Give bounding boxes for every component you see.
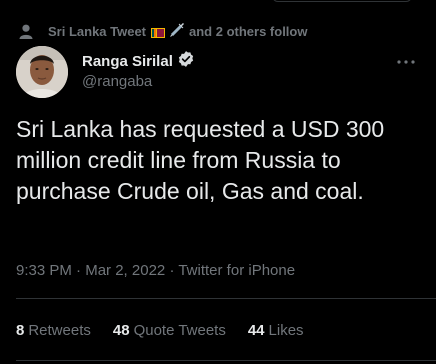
likes-label: Likes — [268, 321, 304, 339]
social-context-suffix: and 2 others follow — [189, 23, 308, 39]
tweet-source[interactable]: Twitter for iPhone — [178, 262, 295, 279]
more-options-icon[interactable] — [396, 52, 416, 72]
likes-stat[interactable]: 44 Likes — [248, 322, 304, 339]
quote-tweets-label: Quote Tweets — [133, 321, 226, 339]
meta-separator: · — [76, 262, 82, 279]
tweet-stats: 8 Retweets 48 Quote Tweets 44 Likes — [16, 320, 326, 340]
syringe-icon — [170, 22, 185, 40]
tweet-header: Ranga Sirilal @rangaba — [16, 46, 420, 98]
retweets-count: 8 — [16, 321, 25, 339]
author-display-name[interactable]: Ranga Sirilal — [82, 51, 195, 71]
social-context-name[interactable]: Sri Lanka Tweet — [48, 24, 146, 39]
author-names[interactable]: Ranga Sirilal @rangaba — [82, 51, 195, 90]
sri-lanka-flag-icon — [151, 26, 166, 38]
tweet-meta: 9:33 PM · Mar 2, 2022 · Twitter for iPho… — [16, 262, 295, 279]
author-display-name-text[interactable]: Ranga Sirilal — [82, 53, 173, 70]
social-context[interactable]: Sri Lanka Tweet and 2 others follow — [16, 21, 420, 41]
tweet-text: Sri Lanka has requested a USD 300 millio… — [16, 116, 385, 204]
person-icon — [18, 23, 34, 39]
quote-tweets-count: 48 — [112, 321, 130, 339]
retweets-stat[interactable]: 8 Retweets — [16, 322, 91, 339]
quote-tweets-stat[interactable]: 48 Quote Tweets — [113, 322, 226, 339]
retweets-label: Retweets — [28, 321, 91, 339]
divider — [16, 360, 436, 361]
meta-separator: · — [169, 262, 175, 279]
divider — [16, 298, 436, 299]
author-handle[interactable]: @rangaba — [82, 73, 195, 90]
likes-count: 44 — [247, 321, 265, 339]
avatar[interactable] — [16, 46, 68, 98]
top-pill-outline — [272, 0, 412, 2]
verified-badge-icon — [177, 50, 195, 72]
tweet-time[interactable]: 9:33 PM — [16, 262, 72, 279]
tweet-date[interactable]: Mar 2, 2022 — [85, 262, 165, 279]
